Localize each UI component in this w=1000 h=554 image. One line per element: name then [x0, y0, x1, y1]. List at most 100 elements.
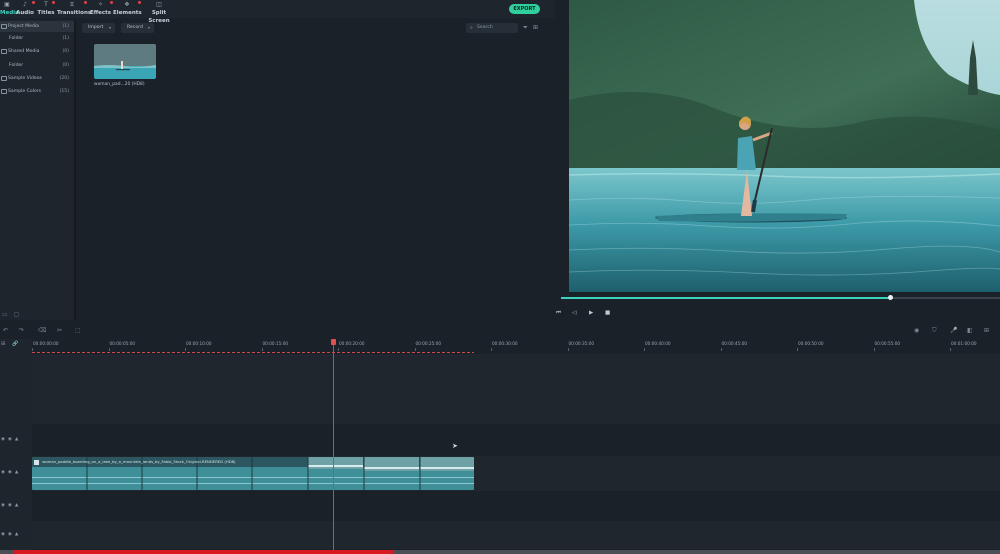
transitions-icon: ⧖ — [69, 1, 75, 8]
library-item-project-media[interactable]: Project Media (1) — [0, 21, 74, 32]
tab-media[interactable]: ▣ Media — [0, 0, 19, 18]
ruler-tick-label: 00:00:45:00 — [721, 341, 748, 346]
folder-settings-icon[interactable]: ▢ — [14, 311, 20, 318]
chevron-down-icon: ▾ — [108, 25, 111, 30]
import-dropdown[interactable]: Import ▾ — [82, 23, 115, 33]
library-item-shared-media[interactable]: Shared Media (0) — [0, 46, 74, 57]
panel-divider[interactable] — [74, 20, 76, 320]
grid-view-icon[interactable]: ⊞ — [533, 23, 538, 33]
ruler-tick-label: 00:00:40:00 — [645, 341, 671, 346]
notification-dot — [84, 1, 87, 4]
undo-icon[interactable]: ↶ — [3, 327, 8, 334]
record-dropdown[interactable]: Record ▾ — [121, 23, 154, 33]
play-icon[interactable]: ▶ — [589, 310, 593, 316]
ruler-tick-mark — [414, 348, 416, 351]
export-button[interactable]: EXPORT — [509, 4, 540, 14]
track-controls[interactable]: ◉◉▲ — [1, 532, 21, 537]
step-back-icon[interactable]: ⏮ — [556, 310, 561, 317]
ruler-tick-label: 00:00:25:00 — [415, 341, 442, 346]
search-input[interactable]: ⌕ Search — [466, 23, 518, 33]
ruler-tick-label: 00:00:00:00 — [33, 341, 59, 346]
library-item-sample-colors[interactable]: Sample Colors (15) — [0, 86, 74, 97]
marker-icon[interactable]: ⛉ — [932, 327, 937, 335]
search-icon: ⌕ — [470, 25, 473, 31]
ruler-tick-label: 00:00:50:00 — [798, 341, 824, 346]
thumbnail-caption: woman_pad...20 (HD8) — [94, 82, 145, 87]
preview-scrub-fill — [561, 297, 890, 299]
video-preview[interactable] — [569, 0, 1000, 292]
folder-icon — [1, 76, 7, 81]
ruler-tick-label: 00:00:35:00 — [568, 341, 595, 346]
top-toolbar: ▣ Media ♪ Audio T Titles ⧖ Transitions ✧… — [0, 0, 555, 24]
microphone-icon[interactable]: 🎤 — [950, 327, 957, 334]
ruler-tick-label: 00:00:10:00 — [186, 341, 212, 346]
ruler-tick-label: 00:00:20:00 — [339, 341, 365, 346]
ruler-tick-mark — [185, 348, 186, 351]
mouse-cursor-icon: ➤ — [452, 442, 458, 450]
library-item-sample-videos[interactable]: Sample Videos (20) — [0, 73, 74, 84]
ruler-tick-label: 00:00:05:00 — [109, 341, 136, 346]
preview-frame — [569, 0, 1000, 292]
playhead-handle[interactable] — [331, 339, 336, 345]
track-controls[interactable]: ◉◉▲ — [1, 470, 21, 475]
video-progress-fill — [14, 550, 394, 554]
cut-icon[interactable]: ✂ — [57, 327, 62, 334]
library-footer: ▭ ▢ — [2, 311, 19, 318]
delete-icon[interactable]: ⌫ — [38, 327, 46, 334]
tab-elements[interactable]: ❖ Elements — [113, 0, 142, 18]
track-empty-upper[interactable] — [32, 354, 1000, 424]
folder-icon — [1, 24, 7, 29]
ruler-tick-label: 00:01:00:00 — [951, 341, 977, 346]
chevron-down-icon: ▾ — [147, 25, 150, 30]
add-track-icon[interactable]: ⊞ — [1, 341, 5, 347]
folder-icon — [1, 49, 7, 54]
effects-icon: ✧ — [97, 1, 104, 8]
ruler-tick-mark — [108, 348, 110, 351]
notification-dot — [32, 1, 35, 4]
ruler-tick-mark — [873, 348, 875, 351]
thumbnail-image — [94, 44, 156, 79]
track-row[interactable] — [32, 521, 1000, 549]
folder-icon — [1, 89, 7, 94]
ruler-tick-mark — [797, 348, 798, 351]
link-icon[interactable]: 🔗 — [12, 341, 18, 347]
media-icon: ▣ — [4, 1, 10, 8]
ruler-tick-label: 00:00:15:00 — [262, 341, 289, 346]
ruler-tick-mark — [720, 348, 722, 351]
tab-effects[interactable]: ✧ Effects — [89, 0, 112, 18]
ruler-tick-mark — [32, 348, 33, 351]
ruler-tick-mark — [338, 348, 339, 351]
ruler-tick-mark — [567, 348, 569, 351]
add-folder-icon[interactable]: ▭ — [2, 311, 8, 318]
video-editor-window: ▣ Media ♪ Audio T Titles ⧖ Transitions ✧… — [0, 0, 1000, 554]
tab-transitions[interactable]: ⧖ Transitions — [57, 0, 91, 18]
library-item-folder[interactable]: Folder (1) — [0, 33, 74, 44]
elements-icon: ❖ — [124, 1, 130, 8]
track-row[interactable] — [32, 425, 1000, 455]
split-screen-icon: ◫ — [156, 1, 162, 8]
ruler-tick-label: 00:00:30:00 — [492, 341, 518, 346]
timeline-toolbar — [0, 325, 1000, 338]
play-back-icon[interactable]: ◁ — [572, 310, 576, 316]
crop-icon[interactable]: ⬚ — [75, 327, 81, 334]
media-header: Import ▾ Record ▾ ⌕ Search ⏷ ⊞ — [80, 22, 545, 34]
tab-split-screen[interactable]: ◫ Split Screen — [142, 0, 176, 24]
playhead[interactable] — [333, 339, 334, 554]
zoom-fit-icon[interactable]: ⊞ — [984, 327, 989, 334]
selected-range-indicator — [32, 352, 474, 353]
ruler-tick-mark — [491, 348, 492, 351]
render-icon[interactable]: ◉ — [914, 327, 919, 334]
notification-dot — [52, 1, 55, 4]
track-controls[interactable]: ◉◉▲ — [1, 503, 21, 508]
preview-scrub-handle[interactable] — [888, 295, 893, 300]
track-controls[interactable]: ◉◉▲ — [1, 437, 21, 442]
media-thumbnail[interactable] — [94, 44, 156, 79]
clip-title: woman_paddle_boarding_on_a_lake_by_a_mou… — [34, 458, 334, 466]
snapshot-icon[interactable]: ◧ — [967, 327, 973, 334]
filter-icon[interactable]: ⏷ — [523, 23, 528, 33]
ruler-tick-mark — [644, 348, 645, 351]
library-item-folder[interactable]: Folder (0) — [0, 60, 74, 71]
stop-icon[interactable]: ■ — [605, 310, 610, 316]
track-row[interactable] — [32, 492, 1000, 520]
redo-icon[interactable]: ↷ — [19, 327, 24, 334]
